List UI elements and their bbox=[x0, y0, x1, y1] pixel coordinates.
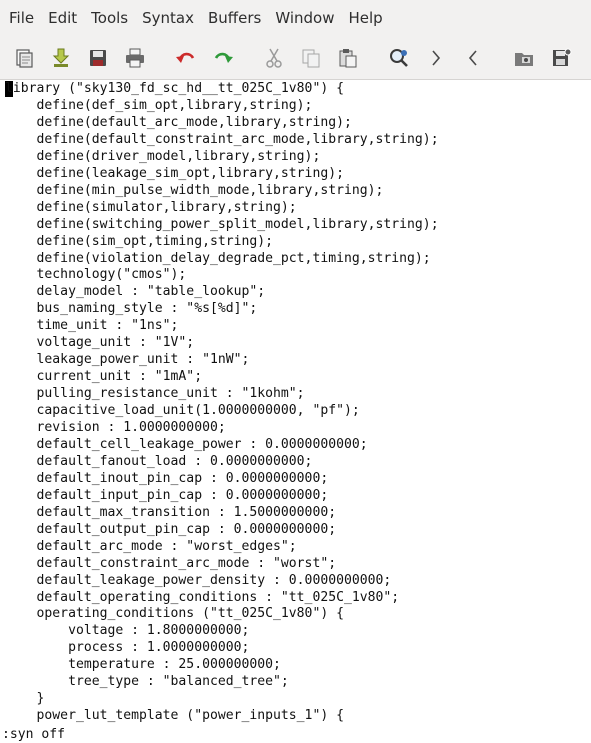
copy-icon[interactable] bbox=[299, 46, 323, 70]
save-icon[interactable] bbox=[86, 46, 110, 70]
find-previous-icon[interactable] bbox=[461, 46, 485, 70]
code-line: define(violation_delay_degrade_pct,timin… bbox=[5, 250, 431, 266]
code-line: process : 1.0000000000; bbox=[5, 640, 250, 656]
code-line: capacitive_load_unit(1.0000000000, "pf")… bbox=[5, 403, 360, 419]
code-line: default_leakage_power_density : 0.000000… bbox=[5, 572, 392, 588]
menu-bar: File Edit Tools Syntax Buffers Window Help bbox=[0, 0, 591, 36]
code-line: technology("cmos"); bbox=[5, 267, 187, 283]
code-line: revision : 1.0000000000; bbox=[5, 420, 226, 435]
redo-icon[interactable] bbox=[211, 46, 235, 70]
code-line: default_inout_pin_cap : 0.0000000000; bbox=[5, 470, 329, 486]
code-line: bus_naming_style : "%s[%d]"; bbox=[5, 301, 258, 317]
code-line: voltage_unit : "1V"; bbox=[5, 335, 195, 351]
command-line[interactable]: :syn off bbox=[0, 726, 591, 743]
code-line: time_unit : "1ns"; bbox=[5, 318, 179, 334]
code-line: default_cell_leakage_power : 0.000000000… bbox=[5, 436, 368, 452]
code-line: default_operating_conditions : "tt_025C_… bbox=[5, 589, 400, 605]
find-next-icon[interactable] bbox=[424, 46, 448, 70]
toolbar bbox=[0, 36, 591, 80]
code-line: define(simulator,library,string); bbox=[5, 199, 297, 215]
code-line: } bbox=[5, 691, 45, 707]
undo-icon[interactable] bbox=[174, 46, 198, 70]
code-line: define(min_pulse_width_mode,library,stri… bbox=[5, 182, 384, 198]
code-line: define(sim_opt,timing,string); bbox=[5, 233, 274, 249]
code-line: define(leakage_sim_opt,library,string); bbox=[5, 165, 344, 181]
code-line: define(default_constraint_arc_mode,libra… bbox=[5, 131, 439, 147]
load-session-icon[interactable] bbox=[49, 46, 73, 70]
code-line: tree_type : "balanced_tree"; bbox=[5, 674, 289, 690]
load-script-icon[interactable] bbox=[512, 46, 536, 70]
code-line: define(def_sim_opt,library,string); bbox=[5, 97, 313, 113]
code-line: delay_model : "table_lookup"; bbox=[5, 284, 266, 300]
cut-icon[interactable] bbox=[262, 46, 286, 70]
code-line: define(default_arc_mode,library,string); bbox=[5, 114, 352, 130]
command-line-text: :syn off bbox=[2, 727, 66, 742]
menu-edit[interactable]: Edit bbox=[41, 3, 84, 33]
code-line: default_arc_mode : "worst_edges"; bbox=[5, 538, 297, 554]
code-line: default_fanout_load : 0.0000000000; bbox=[5, 453, 313, 469]
text-editor-area[interactable]: library ("sky130_fd_sc_hd__tt_025C_1v80"… bbox=[0, 80, 591, 726]
code-line: define(switching_power_split_model,libra… bbox=[5, 216, 439, 232]
code-line: default_output_pin_cap : 0.0000000000; bbox=[5, 521, 337, 537]
code-line: library ("sky130_fd_sc_hd__tt_025C_1v80"… bbox=[5, 81, 344, 96]
code-line: default_max_transition : 1.5000000000; bbox=[5, 504, 337, 520]
print-icon[interactable] bbox=[123, 46, 147, 70]
code-line: temperature : 25.000000000; bbox=[5, 657, 281, 673]
code-line: power_lut_template ("power_inputs_1") { bbox=[5, 708, 344, 724]
find-replace-icon[interactable] bbox=[387, 46, 411, 70]
code-line: voltage : 1.8000000000; bbox=[5, 623, 250, 639]
menu-window[interactable]: Window bbox=[268, 3, 341, 33]
code-line: leakage_power_unit : "1nW"; bbox=[5, 352, 250, 368]
paste-icon[interactable] bbox=[336, 46, 360, 70]
code-line: default_constraint_arc_mode : "worst"; bbox=[5, 555, 337, 571]
code-line: operating_conditions ("tt_025C_1v80") { bbox=[5, 606, 344, 622]
menu-file[interactable]: File bbox=[2, 3, 41, 33]
menu-syntax[interactable]: Syntax bbox=[135, 3, 201, 33]
open-icon[interactable] bbox=[12, 46, 36, 70]
code-line: define(driver_model,library,string); bbox=[5, 148, 321, 164]
code-line: pulling_resistance_unit : "1kohm"; bbox=[5, 386, 305, 402]
code-line: current_unit : "1mA"; bbox=[5, 369, 203, 385]
menu-tools[interactable]: Tools bbox=[84, 3, 135, 33]
menu-buffers[interactable]: Buffers bbox=[201, 3, 268, 33]
code-line: default_input_pin_cap : 0.0000000000; bbox=[5, 487, 329, 503]
menu-help[interactable]: Help bbox=[341, 3, 389, 33]
save-script-icon[interactable] bbox=[549, 46, 573, 70]
